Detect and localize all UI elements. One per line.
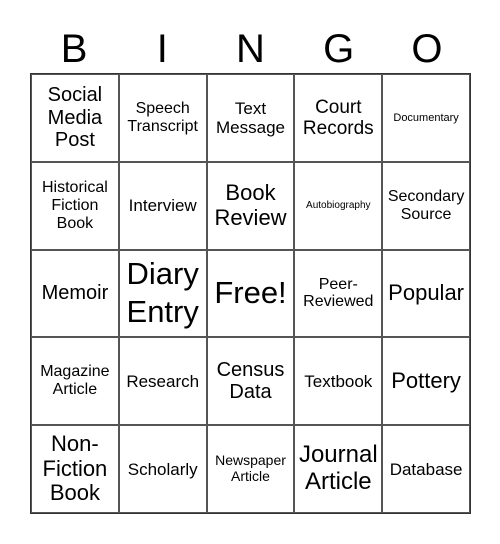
bingo-cell[interactable]: Secondary Source (382, 161, 470, 250)
bingo-cell[interactable]: Magazine Article (31, 337, 119, 426)
bingo-header: B I N G O (30, 26, 471, 72)
bingo-cell[interactable]: Text Message (206, 74, 295, 162)
free-space-cell[interactable]: Free! (206, 249, 295, 338)
bingo-cell[interactable]: Historical Fiction Book (31, 161, 119, 250)
bingo-cell[interactable]: Textbook (294, 337, 383, 426)
bingo-cell[interactable]: Book Review (206, 161, 295, 250)
header-letter-i: I (156, 27, 168, 71)
bingo-cell[interactable]: Popular (382, 249, 470, 338)
header-letter-o: O (411, 27, 443, 71)
bingo-cell[interactable]: Peer-Reviewed (294, 249, 383, 338)
bingo-cell[interactable]: Newspaper Article (206, 425, 295, 513)
bingo-cell[interactable]: Census Data (206, 337, 295, 426)
bingo-cell[interactable]: Research (118, 337, 207, 426)
bingo-cell[interactable]: Documentary (382, 74, 470, 162)
bingo-cell[interactable]: Pottery (382, 337, 470, 426)
bingo-cell[interactable]: Scholarly (118, 425, 207, 513)
bingo-cell[interactable]: Social Media Post (31, 74, 119, 162)
bingo-board: Social Media Post Speech Transcript Text… (30, 73, 471, 514)
header-letter-n: N (236, 27, 265, 71)
bingo-cell[interactable]: Non-Fiction Book (31, 425, 119, 513)
header-letter-g: G (323, 27, 355, 71)
header-letter-b: B (60, 27, 88, 71)
bingo-cell[interactable]: Memoir (31, 249, 119, 338)
bingo-cell[interactable]: Court Records (294, 74, 383, 162)
bingo-cell[interactable]: Journal Article (294, 425, 383, 513)
bingo-cell[interactable]: Speech Transcript (118, 74, 207, 162)
bingo-cell[interactable]: Autobiography (294, 161, 383, 250)
bingo-cell[interactable]: Diary Entry (118, 249, 207, 338)
bingo-cell[interactable]: Database (382, 425, 470, 513)
bingo-cell[interactable]: Interview (118, 161, 207, 250)
